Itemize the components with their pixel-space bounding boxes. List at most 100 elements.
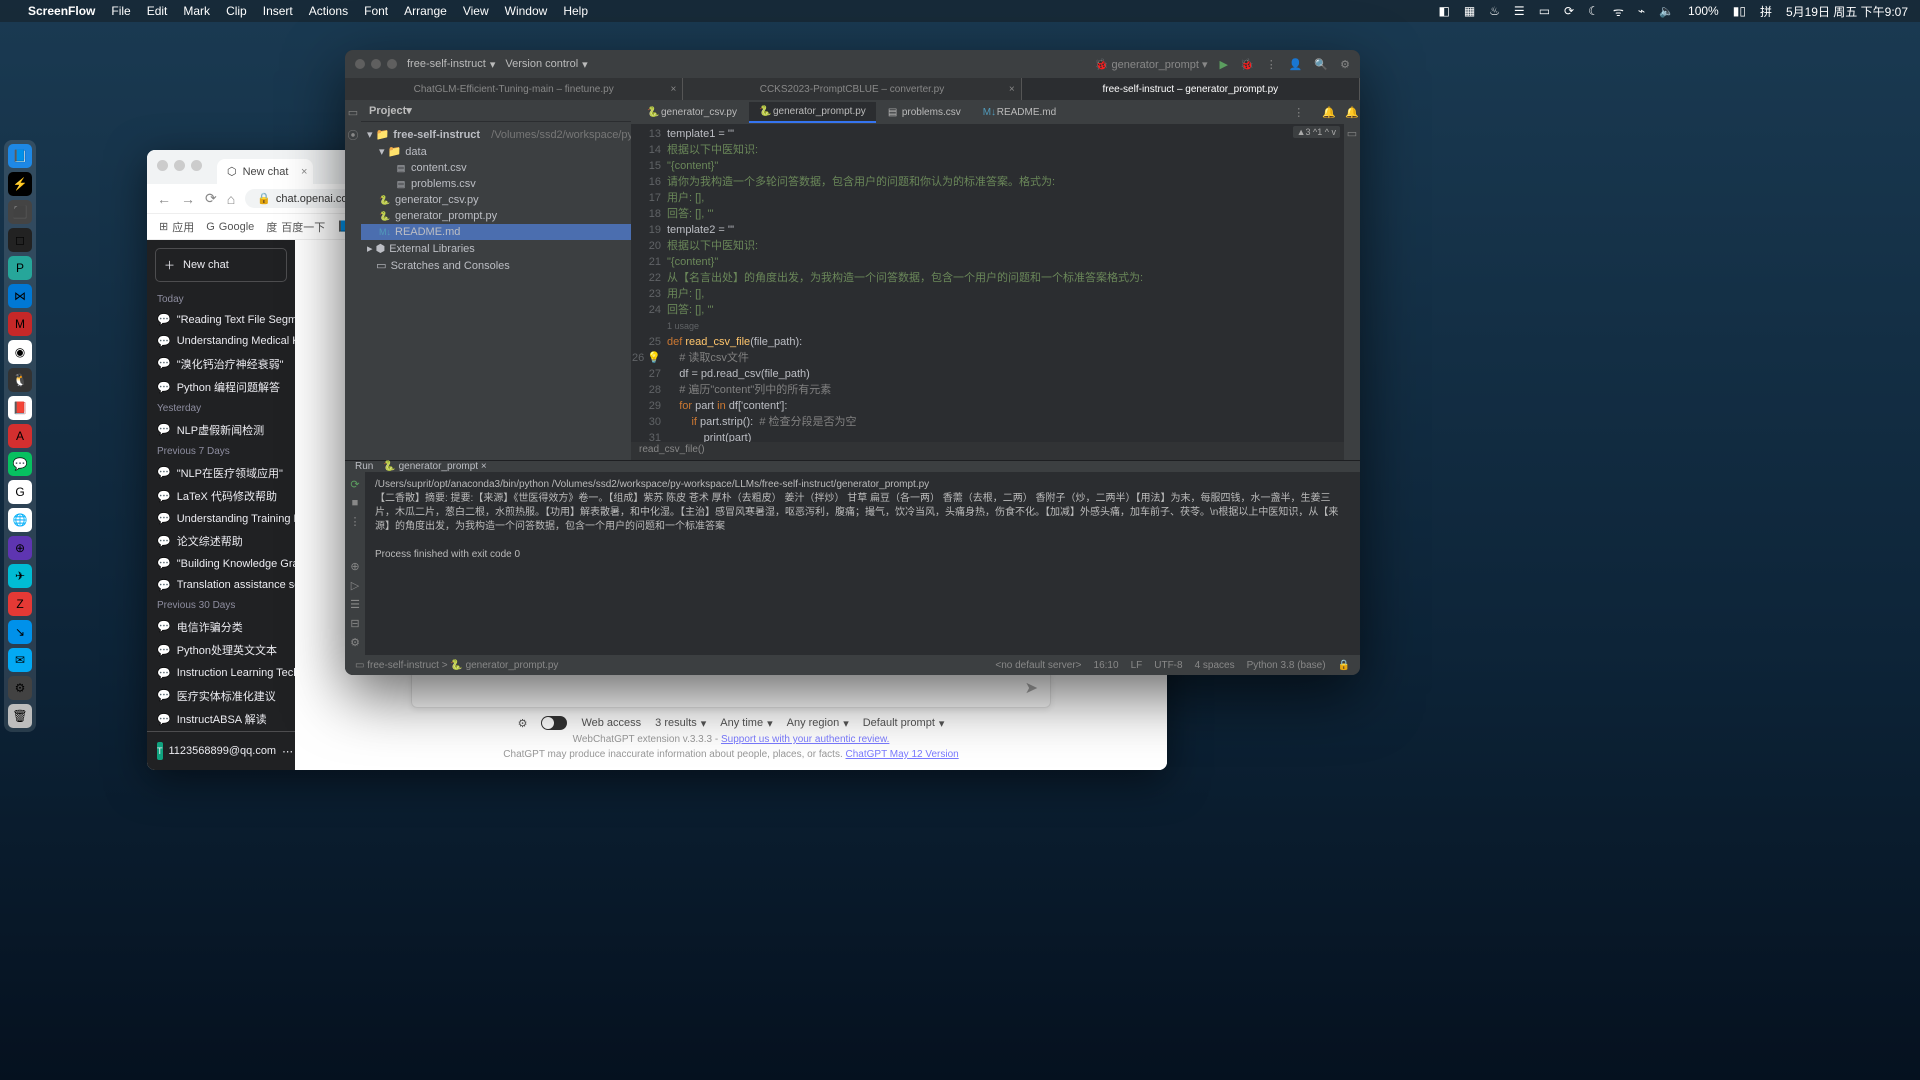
dock-app-icon[interactable]: ◻: [8, 228, 32, 252]
new-chat-button[interactable]: ＋ New chat: [155, 248, 287, 282]
status-interpreter[interactable]: Python 3.8 (base): [1247, 660, 1326, 671]
chat-history-item[interactable]: 💬 Python 编程问题解答: [147, 376, 295, 400]
close-icon[interactable]: ×: [1009, 84, 1015, 95]
dock-app-icon[interactable]: ⚡: [8, 172, 32, 196]
menu-clip[interactable]: Clip: [226, 4, 247, 18]
back-icon[interactable]: ←: [157, 191, 171, 207]
status-encoding[interactable]: UTF-8: [1154, 660, 1182, 671]
tool-icon[interactable]: ⊕: [350, 560, 359, 573]
menu-file[interactable]: File: [111, 4, 130, 18]
tool-icon[interactable]: ☰: [350, 598, 360, 611]
settings-icon[interactable]: ⚙: [518, 717, 528, 730]
chat-history-item[interactable]: 💬 电信诈骗分类: [147, 615, 295, 639]
code-editor[interactable]: ▲3 ^1 ^ v 1314151617181920212223242526 💡…: [631, 124, 1344, 442]
window-tab[interactable]: free-self-instruct – generator_prompt.py: [1022, 78, 1360, 100]
status-icon[interactable]: ◧: [1438, 4, 1449, 18]
dock-app-icon[interactable]: ✈: [8, 564, 32, 588]
menu-mark[interactable]: Mark: [183, 4, 210, 18]
editor-tab[interactable]: M↓README.md: [973, 103, 1066, 122]
tree-file[interactable]: M↓ README.md: [361, 224, 631, 240]
status-server[interactable]: <no default server>: [995, 660, 1081, 671]
forward-icon[interactable]: →: [181, 191, 195, 207]
browser-tab[interactable]: ⬡ New chat ×: [217, 159, 313, 184]
project-dropdown[interactable]: free-self-instruct ▾: [407, 58, 495, 71]
apps-icon[interactable]: ⊞ 应用: [159, 219, 194, 235]
menu-arrange[interactable]: Arrange: [404, 4, 447, 18]
run-icon[interactable]: ▶: [1220, 58, 1228, 71]
console-output[interactable]: /Users/suprit/opt/anaconda3/bin/python /…: [365, 472, 1360, 675]
dock-app-icon[interactable]: 📕: [8, 396, 32, 420]
chat-history-item[interactable]: 💬 Understanding Medical Know: [147, 330, 295, 351]
debug-icon[interactable]: 🐞: [1240, 58, 1254, 71]
status-position[interactable]: 16:10: [1094, 660, 1119, 671]
dock-app-icon[interactable]: 🐧: [8, 368, 32, 392]
menu-font[interactable]: Font: [364, 4, 388, 18]
dock-app-icon[interactable]: ◉: [8, 340, 32, 364]
database-tool-icon[interactable]: ▭: [1347, 127, 1357, 140]
volume-icon[interactable]: 🔈: [1659, 4, 1674, 18]
status-lock-icon[interactable]: 🔒: [1338, 660, 1350, 671]
status-icon[interactable]: ⟳: [1564, 4, 1574, 18]
editor-tab[interactable]: 🐍generator_csv.py: [637, 103, 747, 122]
version-link[interactable]: ChatGPT May 12 Version: [846, 749, 959, 760]
project-panel-header[interactable]: Project ▾: [361, 100, 631, 122]
web-access-toggle[interactable]: [541, 716, 567, 730]
chat-history-item[interactable]: 💬 医疗实体标准化建议: [147, 684, 295, 708]
window-tab[interactable]: CCKS2023-PromptCBLUE – converter.py×: [683, 78, 1021, 100]
rerun-icon[interactable]: ⟳: [350, 478, 359, 491]
dock-app-icon[interactable]: ⋈: [8, 284, 32, 308]
dock-trash-icon[interactable]: 🗑: [8, 704, 32, 728]
status-line-sep[interactable]: LF: [1131, 660, 1143, 671]
structure-tool-icon[interactable]: ⦿: [348, 127, 359, 143]
notifications-tool-icon[interactable]: 🔔: [1345, 106, 1359, 119]
dock-app-icon[interactable]: 📘: [8, 144, 32, 168]
tool-icon[interactable]: ▷: [351, 579, 359, 592]
menu-window[interactable]: Window: [505, 4, 548, 18]
chat-history-item[interactable]: 💬 "溴化钙治疗神经衰弱": [147, 352, 295, 376]
wifi-icon[interactable]: ᯤ: [1613, 3, 1624, 20]
chat-history-item[interactable]: 💬 InstructABSA 解读: [147, 707, 295, 731]
more-icon[interactable]: ⋮: [1266, 58, 1277, 71]
chat-history-item[interactable]: 💬 NLP虚假新闻检测: [147, 418, 295, 442]
tree-external[interactable]: ▸ ⬢ External Libraries: [361, 240, 631, 257]
dock-app-icon[interactable]: M: [8, 312, 32, 336]
close-icon[interactable]: ×: [670, 84, 676, 95]
status-icon[interactable]: ▦: [1464, 4, 1475, 18]
inspection-widget[interactable]: ▲3 ^1 ^ v: [1293, 126, 1340, 138]
status-icon[interactable]: ▭: [1539, 4, 1550, 18]
tree-file[interactable]: ▤ content.csv: [361, 160, 631, 176]
search-icon[interactable]: 🔍: [1314, 58, 1328, 71]
chat-history-item[interactable]: 💬 Understanding Training Para: [147, 508, 295, 529]
dock-app-icon[interactable]: A: [8, 424, 32, 448]
bluetooth-icon[interactable]: ⌁: [1638, 4, 1645, 18]
chat-history-item[interactable]: 💬 论文综述帮助: [147, 529, 295, 553]
tree-root[interactable]: ▾ 📁 free-self-instruct /Volumes/ssd2/wor…: [361, 126, 631, 143]
menu-edit[interactable]: Edit: [147, 4, 168, 18]
results-select[interactable]: 3 results ▾: [655, 717, 706, 730]
reload-icon[interactable]: ⟳: [205, 190, 217, 207]
menu-insert[interactable]: Insert: [263, 4, 293, 18]
clock[interactable]: 5月19日 周五 下午9:07: [1786, 3, 1908, 20]
send-icon[interactable]: ➤: [1025, 678, 1038, 698]
chat-history-item[interactable]: 💬 "NLP在医疗领域应用": [147, 461, 295, 485]
dock-app-icon[interactable]: P: [8, 256, 32, 280]
chat-history-item[interactable]: 💬 Translation assistance servic: [147, 575, 295, 596]
dock-app-icon[interactable]: ✉: [8, 648, 32, 672]
window-controls[interactable]: [355, 59, 397, 69]
status-indent[interactable]: 4 spaces: [1195, 660, 1235, 671]
moon-icon[interactable]: ☾: [1588, 4, 1599, 18]
tool-icon[interactable]: ⊟: [350, 617, 359, 630]
run-config-dropdown[interactable]: 🐞 generator_prompt ▾: [1095, 58, 1208, 71]
bookmark-item[interactable]: 度 百度一下: [266, 219, 325, 235]
user-account[interactable]: T 1123568899@qq.com ⋯: [147, 731, 295, 770]
app-name[interactable]: ScreenFlow: [28, 4, 95, 18]
chat-history-item[interactable]: 💬 "Reading Text File Segments": [147, 309, 295, 330]
window-controls[interactable]: [157, 160, 202, 171]
chat-history-item[interactable]: 💬 LaTeX 代码修改帮助: [147, 484, 295, 508]
dock-app-icon[interactable]: ⚙: [8, 676, 32, 700]
dock-app-icon[interactable]: ⊕: [8, 536, 32, 560]
code-content[interactable]: template1 = ''' 根据以下中医知识: "{content}" 请你…: [667, 124, 1344, 442]
more-icon[interactable]: ⋮: [350, 515, 361, 528]
tree-file[interactable]: 🐍 generator_prompt.py: [361, 208, 631, 224]
dock-app-icon[interactable]: G: [8, 480, 32, 504]
